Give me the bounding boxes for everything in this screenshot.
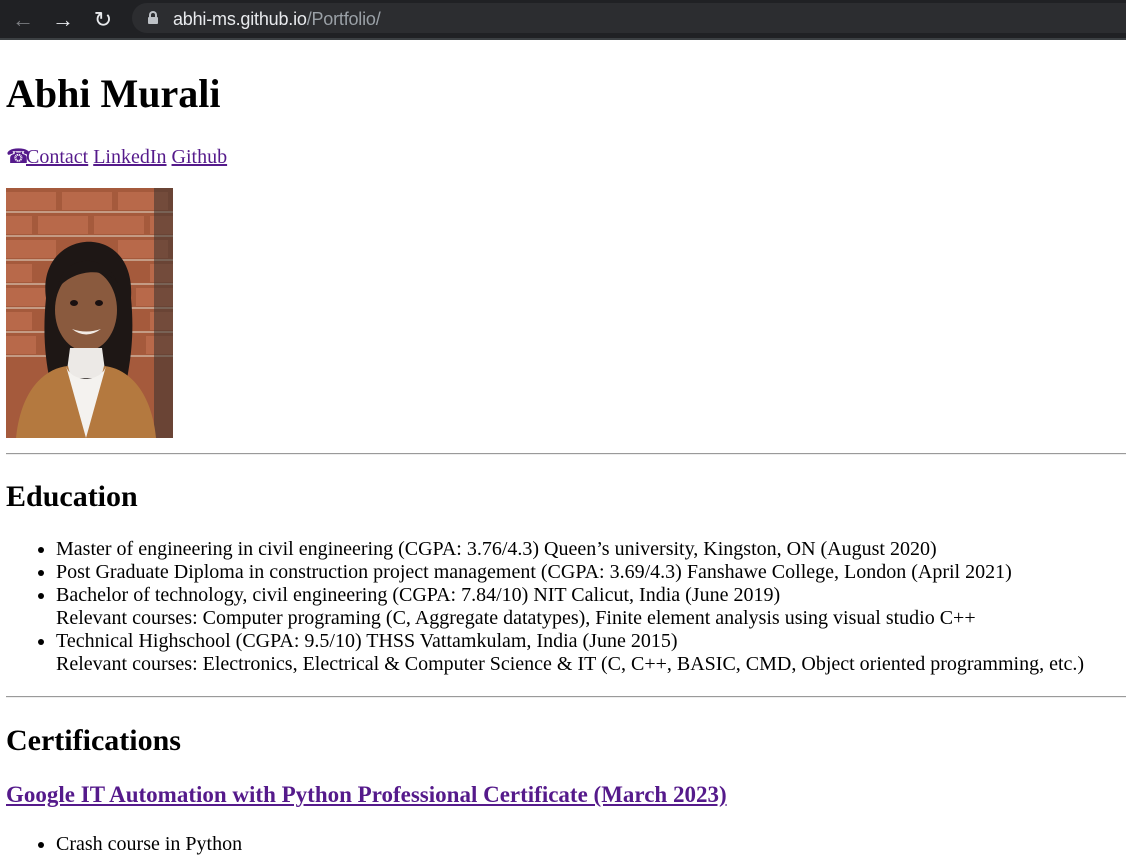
url-host: abhi-ms.github.io <box>173 9 307 29</box>
education-entry: Bachelor of technology, civil engineerin… <box>56 584 781 606</box>
education-heading: Education <box>6 480 138 513</box>
certificate-course-list: Crash course in Python <box>6 833 242 856</box>
education-courses: Relevant courses: Computer programing (C… <box>56 607 976 629</box>
address-bar[interactable]: abhi-ms.github.io/Portfolio/ <box>132 3 1126 33</box>
list-item: Crash course in Python <box>56 833 242 856</box>
forward-arrow-icon[interactable]: → <box>47 4 79 36</box>
list-item: Master of engineering in civil engineeri… <box>56 538 1084 561</box>
lock-icon <box>148 11 158 24</box>
education-courses: Relevant courses: Electronics, Electrica… <box>56 653 1085 675</box>
address-bar-url[interactable]: abhi-ms.github.io/Portfolio/ <box>173 9 381 30</box>
education-list: Master of engineering in civil engineeri… <box>6 538 1084 676</box>
reload-icon[interactable]: ↻ <box>87 4 119 36</box>
list-item: Post Graduate Diploma in construction pr… <box>56 561 1084 584</box>
back-arrow-icon[interactable]: ← <box>7 4 39 36</box>
linkedin-link[interactable]: LinkedIn <box>93 146 166 168</box>
education-entry: Technical Highschool (CGPA: 9.5/10) THSS… <box>56 630 678 652</box>
list-item: Bachelor of technology, civil engineerin… <box>56 584 1084 630</box>
browser-toolbar: ← → ↻ abhi-ms.github.io/Portfolio/ <box>0 0 1126 40</box>
section-divider <box>6 696 1126 698</box>
list-item: Technical Highschool (CGPA: 9.5/10) THSS… <box>56 630 1084 676</box>
profile-photo <box>6 188 173 438</box>
toolbar-divider <box>0 38 1126 40</box>
education-entry: Post Graduate Diploma in construction pr… <box>56 561 1012 583</box>
certifications-heading: Certifications <box>6 724 181 757</box>
contact-links: ☎Contact LinkedIn Github <box>6 144 227 169</box>
contact-link-label: Contact <box>26 146 89 168</box>
contact-link[interactable]: ☎Contact <box>6 146 88 168</box>
github-link[interactable]: Github <box>172 146 228 168</box>
education-entry: Master of engineering in civil engineeri… <box>56 538 937 560</box>
phone-icon: ☎ <box>6 146 31 168</box>
certificate-link[interactable]: Google IT Automation with Python Profess… <box>6 782 727 808</box>
section-divider <box>6 453 1126 455</box>
certificate-course: Crash course in Python <box>56 833 243 855</box>
url-path: /Portfolio/ <box>306 9 381 29</box>
page-title: Abhi Murali <box>6 71 221 116</box>
